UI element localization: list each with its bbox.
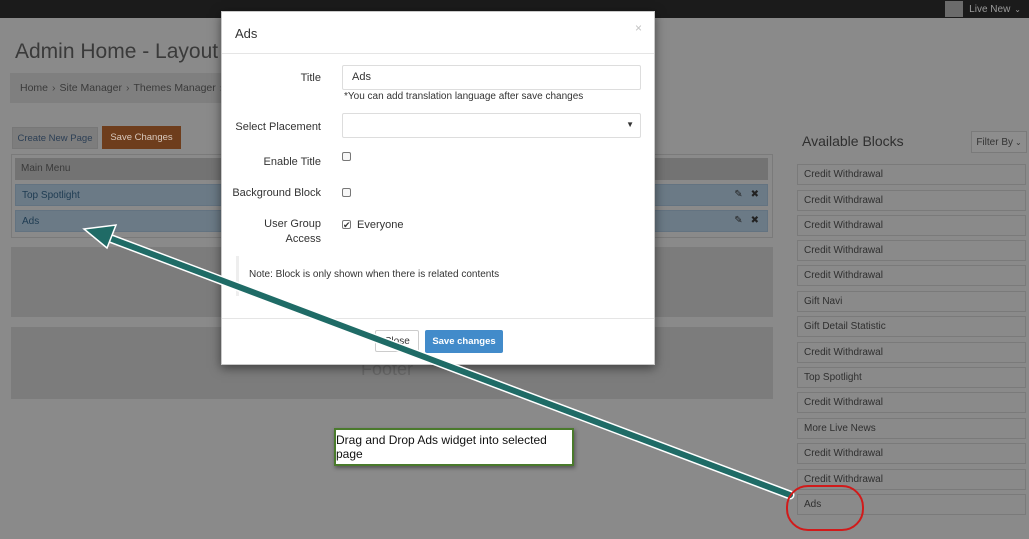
highlight-ring xyxy=(786,485,864,531)
arrow-head xyxy=(82,224,118,250)
instruction-callout: Drag and Drop Ads widget into selected p… xyxy=(334,428,574,466)
